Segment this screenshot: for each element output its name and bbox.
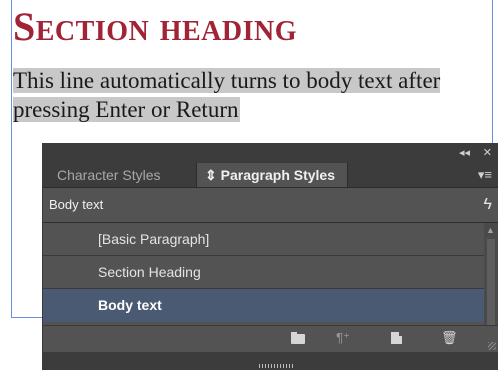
current-style-label: Body text <box>49 197 104 212</box>
style-item-body-text[interactable]: Body text <box>43 289 484 322</box>
style-item-section-heading[interactable]: Section Heading <box>43 256 484 289</box>
resize-grip-icon[interactable] <box>488 342 496 350</box>
scrollbar-thumb[interactable] <box>487 239 495 329</box>
trash-icon[interactable]: 🗑 <box>441 331 458 345</box>
style-item-label: Body text <box>98 297 162 313</box>
clear-overrides-icon[interactable]: ¶⁺ <box>335 331 351 345</box>
new-style-icon[interactable] <box>389 331 405 345</box>
panel-tab-row: Character Styles ⇕ Paragraph Styles ▾≡ <box>43 163 498 188</box>
body-text-paragraph[interactable]: This line automatically turns to body te… <box>13 66 488 124</box>
collapse-panel-icon[interactable]: ◂◂ <box>459 146 470 159</box>
current-style-row: Body text ϟ <box>43 188 498 223</box>
close-panel-icon[interactable]: ✕ <box>483 146 492 159</box>
tab-paragraph-styles[interactable]: ⇕ Paragraph Styles <box>196 163 348 187</box>
lightning-icon[interactable]: ϟ <box>484 188 492 222</box>
style-item-label: Section Heading <box>98 264 201 280</box>
panel-titlebar[interactable]: ◂◂ ✕ <box>43 143 498 163</box>
paragraph-styles-panel: ◂◂ ✕ Character Styles ⇕ Paragraph Styles… <box>43 143 498 370</box>
selected-body-text[interactable]: This line automatically turns to body te… <box>13 68 441 122</box>
scroll-up-icon[interactable]: ▲ <box>486 225 495 235</box>
panel-drag-grip[interactable] <box>259 364 293 368</box>
style-item-basic-paragraph[interactable]: [Basic Paragraph] <box>43 223 484 256</box>
section-heading-text[interactable]: Section heading <box>13 4 297 50</box>
panel-footer <box>43 352 498 370</box>
style-item-label: [Basic Paragraph] <box>98 231 210 247</box>
tab-character-styles[interactable]: Character Styles <box>49 163 168 187</box>
folder-icon[interactable] <box>291 331 307 345</box>
panel-menu-icon[interactable]: ▾≡ <box>478 167 492 183</box>
panel-bottom-toolbar: ¶⁺ 🗑 <box>43 325 498 352</box>
